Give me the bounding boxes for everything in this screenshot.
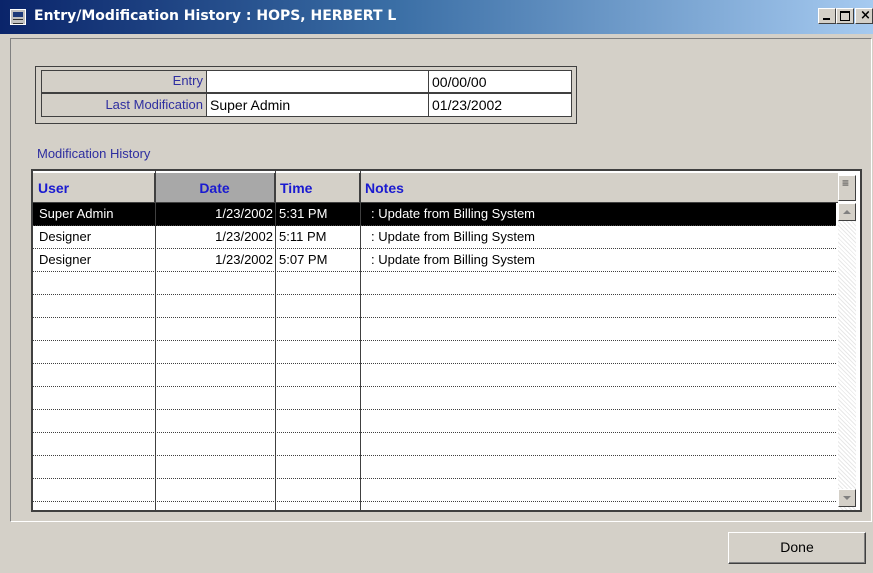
cell-notes: : Update from Billing System: [371, 252, 536, 267]
cell-time: 5:11 PM: [279, 229, 327, 244]
close-icon: ×: [860, 8, 871, 23]
cell-time: 5:31 PM: [279, 206, 328, 221]
empty-row[interactable]: [33, 456, 836, 479]
done-button[interactable]: Done: [728, 532, 866, 564]
empty-row[interactable]: [33, 341, 836, 364]
empty-row[interactable]: [33, 318, 836, 341]
table-row[interactable]: Designer 1/23/2002 5:07 PM : Update from…: [33, 249, 836, 272]
cell-date: 1/23/2002: [215, 229, 273, 244]
cell-user: Super Admin: [39, 206, 114, 221]
column-header-date[interactable]: Date: [155, 173, 275, 203]
close-button[interactable]: ×: [855, 8, 873, 24]
cell-user: Designer: [39, 229, 92, 244]
column-header-user[interactable]: User: [33, 173, 155, 203]
empty-row[interactable]: [33, 295, 836, 318]
lastmod-date-field: 01/23/2002: [428, 93, 572, 117]
empty-row[interactable]: [33, 387, 836, 410]
empty-row[interactable]: [33, 479, 836, 502]
entry-date-field: 00/00/00: [428, 70, 572, 93]
cell-date: 1/23/2002: [215, 252, 273, 267]
column-chooser-icon[interactable]: [838, 175, 856, 201]
minimize-button[interactable]: [818, 8, 836, 24]
column-divider: [155, 171, 156, 510]
column-divider: [360, 171, 361, 510]
vertical-scrollbar[interactable]: [838, 203, 856, 510]
cell-time: 5:07 PM: [279, 252, 328, 267]
empty-row[interactable]: [33, 410, 836, 433]
empty-row[interactable]: [33, 272, 836, 295]
window-title: Entry/Modification History : HOPS, HERBE…: [34, 8, 397, 24]
table-row[interactable]: Super Admin 1/23/2002 5:31 PM : Update f…: [33, 203, 836, 226]
cell-user: Designer: [39, 252, 92, 267]
lastmod-user-field: Super Admin: [206, 93, 429, 117]
scroll-up-button[interactable]: [838, 203, 856, 221]
modification-history-label: Modification History: [37, 146, 151, 161]
entry-info-box: Entry 00/00/00 Last Modification Super A…: [35, 66, 577, 124]
entry-label: Entry: [172, 73, 203, 88]
title-bar[interactable]: Entry/Modification History : HOPS, HERBE…: [0, 0, 873, 34]
cell-date: 1/23/2002: [215, 206, 273, 221]
cell-notes: : Update from Billing System: [371, 229, 536, 244]
column-divider: [275, 171, 276, 510]
table-row[interactable]: Designer 1/23/2002 5:11 PM : Update from…: [33, 226, 836, 249]
app-icon[interactable]: [10, 9, 26, 25]
lastmod-label: Last Modification: [105, 97, 203, 112]
maximize-button[interactable]: [836, 8, 854, 24]
empty-row[interactable]: [33, 364, 836, 387]
entry-user-field: [206, 70, 429, 93]
empty-row[interactable]: [33, 433, 836, 456]
cell-notes: : Update from Billing System: [371, 206, 536, 221]
column-header-time[interactable]: Time: [275, 173, 360, 203]
modification-history-grid[interactable]: User Date Time Notes Super Admin 1/23/20…: [31, 169, 862, 512]
column-header-notes[interactable]: Notes: [360, 173, 838, 203]
scroll-down-button[interactable]: [838, 489, 856, 507]
